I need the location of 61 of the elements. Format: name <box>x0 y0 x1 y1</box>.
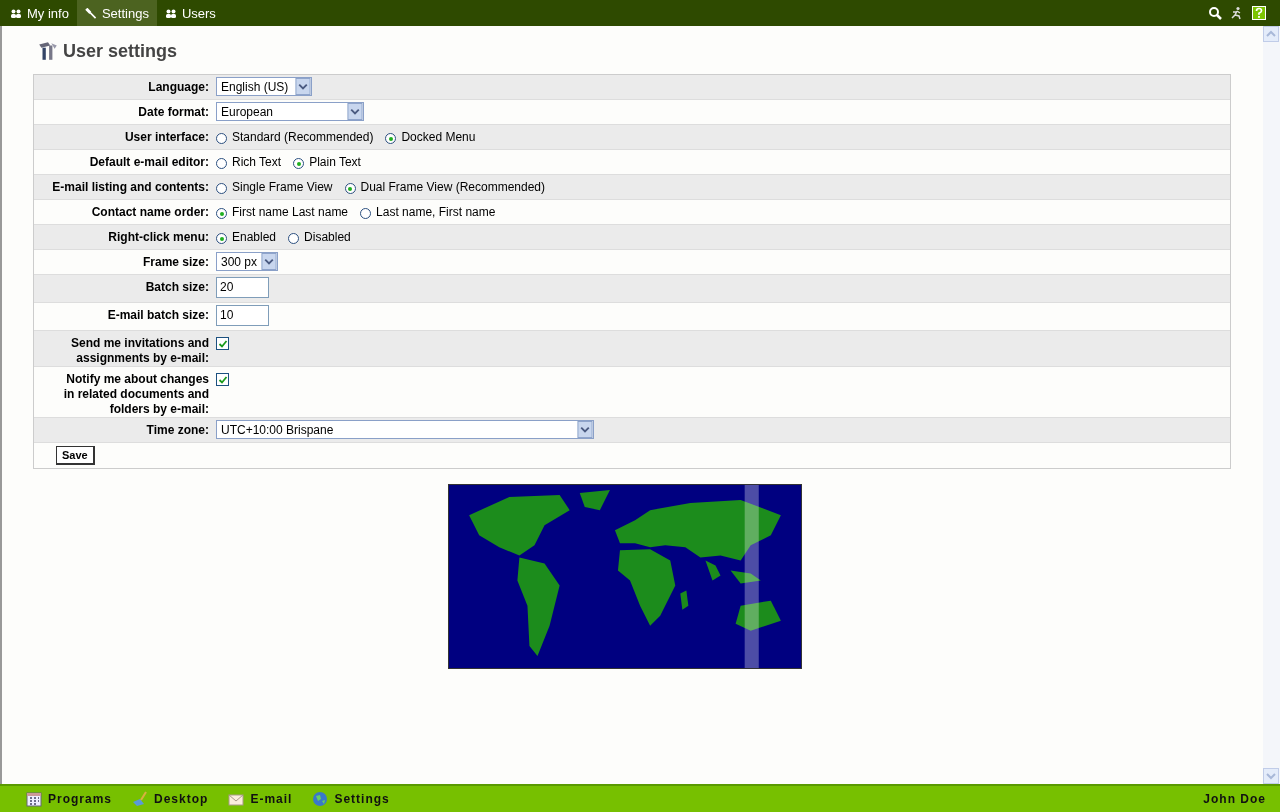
setting-label: Frame size: <box>142 255 209 269</box>
radio-button[interactable] <box>288 233 300 244</box>
dropdown[interactable]: English (US) <box>216 77 312 96</box>
radio-label: Single Frame View <box>232 180 333 194</box>
radio-button[interactable] <box>216 233 227 244</box>
radio-button[interactable] <box>216 183 227 194</box>
radio-button[interactable] <box>360 208 372 219</box>
taskbar-item[interactable]: Desktop <box>132 791 209 807</box>
user-name: John Doe <box>1203 792 1266 806</box>
wrench-icon <box>84 7 97 19</box>
setting-label: User interface: <box>124 130 209 144</box>
paintbrush-icon <box>132 791 149 807</box>
running-figure-icon[interactable] <box>1230 6 1244 20</box>
setting-label: Batch size: <box>145 280 209 294</box>
dropdown[interactable]: European <box>216 102 364 121</box>
setting-label: Right-click menu: <box>108 230 209 244</box>
radio-label: Dual Frame View (Recommended) <box>360 180 545 194</box>
radio-label: Last name, First name <box>376 205 496 219</box>
radio-label: Plain Text <box>309 155 361 169</box>
people-icon <box>164 7 177 19</box>
taskbar-item[interactable]: E-mail <box>228 791 293 807</box>
input-field[interactable]: 20 <box>216 277 269 298</box>
setting-label: E-mail listing and contents: <box>52 180 209 194</box>
nav-tab[interactable]: My info <box>2 0 77 26</box>
search-icon[interactable] <box>1208 6 1222 20</box>
checkbox[interactable] <box>216 373 229 386</box>
radio-label: Rich Text <box>232 155 282 169</box>
setting-label: Default e-mail editor: <box>89 155 209 169</box>
radio-button[interactable] <box>385 133 397 144</box>
nav-tab[interactable]: Users <box>156 0 224 26</box>
setting-label: E-mail batch size: <box>107 308 209 322</box>
taskbar-item[interactable]: Programs <box>26 791 113 807</box>
page-title: User settings <box>63 40 178 62</box>
nav-tab[interactable]: Settings <box>76 0 157 26</box>
dropdown[interactable]: 300 px <box>216 252 278 271</box>
radio-label: First name Last name <box>232 205 349 219</box>
setting-label: Notify me about changes in related documents and folders by e-mail: <box>62 372 209 417</box>
tools-icon <box>37 40 59 62</box>
setting-label: Send me invitations and assignments by e-mail: <box>69 336 209 366</box>
setting-label: Language: <box>148 80 209 94</box>
people-icon <box>10 7 22 19</box>
calendar-icon <box>26 791 42 807</box>
setting-label: Time zone: <box>146 423 209 437</box>
taskbar-item[interactable]: Settings <box>312 791 390 807</box>
checkbox[interactable] <box>216 337 229 350</box>
setting-label: Contact name order: <box>91 205 209 219</box>
radio-button[interactable] <box>216 208 227 219</box>
radio-label: Standard (Recommended) <box>232 130 374 144</box>
radio-button[interactable] <box>344 183 356 194</box>
radio-button[interactable] <box>293 158 305 169</box>
radio-label: Disabled <box>304 230 351 244</box>
radio-button[interactable] <box>216 158 227 169</box>
save-button[interactable]: Save <box>56 446 95 465</box>
setting-label: Date format: <box>138 105 209 119</box>
dropdown[interactable]: UTC+10:00 Brispane <box>216 420 594 439</box>
radio-button[interactable] <box>216 133 227 144</box>
envelope-icon <box>228 791 245 807</box>
globe-icon <box>312 791 329 807</box>
input-field[interactable]: 10 <box>216 305 269 326</box>
radio-label: Enabled <box>232 230 277 244</box>
radio-label: Docked Menu <box>401 130 476 144</box>
